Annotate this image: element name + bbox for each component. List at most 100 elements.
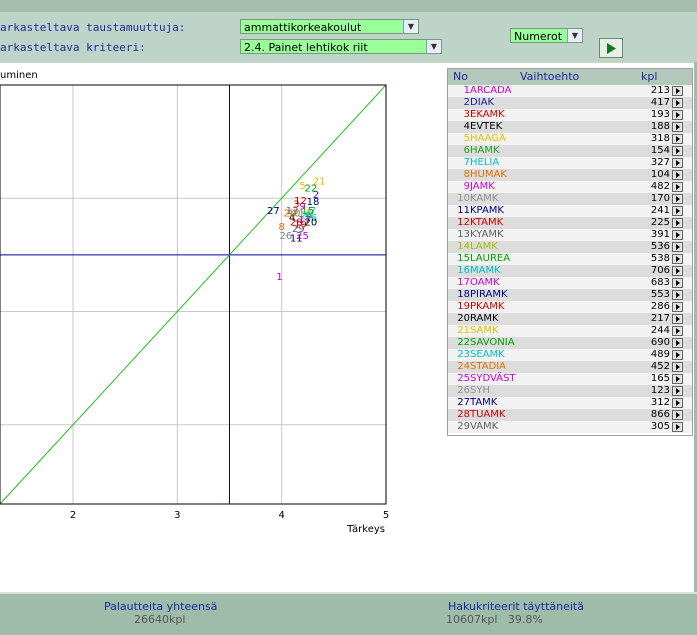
row-count: 165 xyxy=(650,373,670,384)
row-name: DIAK xyxy=(470,97,495,108)
row-number: 4 xyxy=(463,121,470,132)
table-row: 2 DIAK 417 xyxy=(448,97,692,109)
table-row: 28 TUAMK 866 xyxy=(448,409,692,421)
row-count: 312 xyxy=(650,397,670,408)
background-variable-select[interactable]: ammattikorkeakoulut ▼ xyxy=(240,19,419,34)
row-count: 225 xyxy=(650,217,670,228)
row-number: 6 xyxy=(463,145,470,156)
row-name: VAMK xyxy=(470,421,499,432)
data-point-label: 18 xyxy=(307,197,320,208)
row-arrow-icon[interactable] xyxy=(672,290,683,300)
row-name: KPAMK xyxy=(470,205,504,216)
row-name: PIRAMK xyxy=(470,289,508,300)
row-arrow-icon[interactable] xyxy=(672,266,683,276)
row-name: TUAMK xyxy=(470,409,506,420)
row-number: 23 xyxy=(457,349,470,360)
row-arrow-icon[interactable] xyxy=(672,410,683,420)
row-number: 18 xyxy=(457,289,470,300)
data-point-label: 26 xyxy=(279,231,292,242)
total-feedback-value: 26640kpl xyxy=(134,613,186,626)
row-name: EKAMK xyxy=(470,109,505,120)
criterion-select[interactable]: 2.4. Painet lehtikok riit ▼ xyxy=(240,39,442,54)
row-arrow-icon[interactable] xyxy=(672,158,683,168)
table-row: 20 RAMK 217 xyxy=(448,313,692,325)
row-count: 482 xyxy=(650,181,670,192)
row-arrow-icon[interactable] xyxy=(672,98,683,108)
row-arrow-icon[interactable] xyxy=(672,242,683,252)
row-number: 5 xyxy=(463,133,470,144)
row-name: KYAMK xyxy=(470,229,504,240)
table-row: 7 HELIA 327 xyxy=(448,157,692,169)
chart-title: uminen xyxy=(0,70,38,81)
row-arrow-icon[interactable] xyxy=(672,206,683,216)
row-count: 417 xyxy=(650,97,670,108)
row-number: 1 xyxy=(463,85,470,96)
row-arrow-icon[interactable] xyxy=(672,398,683,408)
row-arrow-icon[interactable] xyxy=(672,134,683,144)
data-points: 12345678910111213 14151617181920212223242… xyxy=(267,177,326,283)
row-name: MAMK xyxy=(470,265,501,276)
row-arrow-icon[interactable] xyxy=(672,122,683,132)
table-row: 6 HAMK 154 xyxy=(448,145,692,157)
criterion-label: arkasteltava kriteeri: xyxy=(0,41,146,54)
row-arrow-icon[interactable] xyxy=(672,86,683,96)
row-name: KAMK xyxy=(470,193,499,204)
row-name: SAVONIA xyxy=(470,337,515,348)
table-row: 24 STADIA 452 xyxy=(448,361,692,373)
row-number: 9 xyxy=(463,181,470,192)
row-name: HUMAK xyxy=(470,169,507,180)
run-button[interactable] xyxy=(599,38,623,58)
chevron-down-icon[interactable]: ▼ xyxy=(426,40,441,53)
row-name: SEAMK xyxy=(470,349,505,360)
background-variable-label: arkasteltava taustamuuttuja: xyxy=(0,21,186,34)
row-arrow-icon[interactable] xyxy=(672,386,683,396)
row-count: 213 xyxy=(650,85,670,96)
row-arrow-icon[interactable] xyxy=(672,182,683,192)
row-name: ARCADA xyxy=(470,85,512,96)
row-arrow-icon[interactable] xyxy=(672,326,683,336)
row-arrow-icon[interactable] xyxy=(672,230,683,240)
table-row: 4 EVTEK 188 xyxy=(448,121,692,133)
row-name: OAMK xyxy=(470,277,500,288)
summary-footer: Palautteita yhteensä 26640kpl Hakukritee… xyxy=(0,592,697,635)
row-arrow-icon[interactable] xyxy=(672,362,683,372)
row-number: 3 xyxy=(463,109,470,120)
row-arrow-icon[interactable] xyxy=(672,350,683,360)
row-name: LAMK xyxy=(470,241,498,252)
row-arrow-icon[interactable] xyxy=(672,314,683,324)
x-axis-label: Tärkeys xyxy=(346,524,385,535)
row-arrow-icon[interactable] xyxy=(672,218,683,228)
table-row: 1 ARCADA 213 xyxy=(448,85,692,97)
row-count: 286 xyxy=(650,301,670,312)
table-row: 8 HUMAK 104 xyxy=(448,169,692,181)
table-row: 18 PIRAMK 553 xyxy=(448,289,692,301)
row-arrow-icon[interactable] xyxy=(672,278,683,288)
alternatives-table: No Vaihtoehto kpl 1 ARCADA 213 2 DIAK 417 3 EKA… xyxy=(447,68,693,436)
header-no: No xyxy=(453,70,468,83)
display-mode-select[interactable]: Numerot ▼ xyxy=(510,28,583,43)
row-number: 17 xyxy=(457,277,470,288)
row-arrow-icon[interactable] xyxy=(672,254,683,264)
row-arrow-icon[interactable] xyxy=(672,422,683,432)
row-arrow-icon[interactable] xyxy=(672,194,683,204)
row-number: 11 xyxy=(457,205,470,216)
table-row: 17 OAMK 683 xyxy=(448,277,692,289)
row-count: 866 xyxy=(650,409,670,420)
row-name: HAMK xyxy=(470,145,500,156)
chevron-down-icon[interactable]: ▼ xyxy=(403,20,418,33)
data-point-label: 29 xyxy=(292,224,305,235)
chevron-down-icon[interactable]: ▼ xyxy=(567,29,582,42)
criterion-value: 2.4. Painet lehtikok riit xyxy=(244,41,368,54)
row-name: RAMK xyxy=(470,313,499,324)
row-arrow-icon[interactable] xyxy=(672,302,683,312)
row-arrow-icon[interactable] xyxy=(672,110,683,120)
row-count: 318 xyxy=(650,133,670,144)
row-arrow-icon[interactable] xyxy=(672,374,683,384)
display-mode-value: Numerot xyxy=(514,30,563,43)
row-arrow-icon[interactable] xyxy=(672,146,683,156)
row-arrow-icon[interactable] xyxy=(672,170,683,180)
row-number: 13 xyxy=(457,229,470,240)
row-arrow-icon[interactable] xyxy=(672,338,683,348)
reference-lines xyxy=(0,84,387,505)
table-row: 16 MAMK 706 xyxy=(448,265,692,277)
